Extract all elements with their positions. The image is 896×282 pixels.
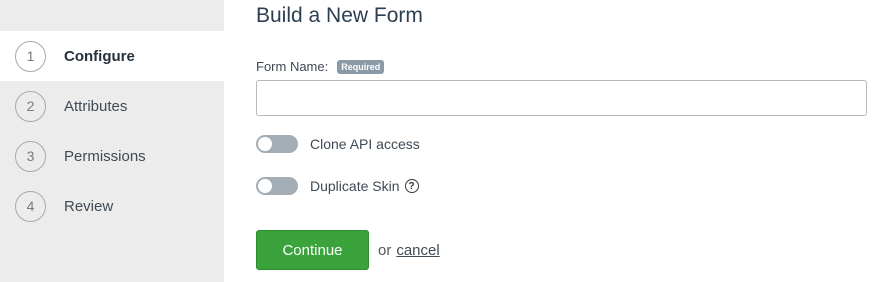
wizard-sidebar: 1 Configure 2 Attributes 3 Permissions 4… [0, 0, 224, 282]
required-badge: Required [337, 59, 385, 74]
clone-api-toggle[interactable] [256, 135, 298, 153]
step-label: Permissions [64, 147, 146, 165]
step-permissions[interactable]: 3 Permissions [0, 131, 224, 181]
duplicate-skin-label: Duplicate Skin [310, 178, 400, 194]
clone-api-label: Clone API access [310, 136, 420, 152]
clone-api-row: Clone API access [256, 135, 420, 153]
page-title: Build a New Form [256, 4, 423, 27]
form-actions: Continue or cancel [256, 230, 440, 270]
step-number-circle: 3 [15, 140, 46, 172]
help-icon[interactable]: ? [404, 179, 419, 193]
duplicate-skin-toggle[interactable] [256, 177, 298, 195]
toggle-knob [258, 137, 272, 151]
step-label: Review [64, 197, 114, 215]
cancel-link[interactable]: cancel [396, 242, 439, 259]
step-attributes[interactable]: 2 Attributes [0, 81, 224, 131]
step-review[interactable]: 4 Review [0, 181, 224, 231]
step-label: Attributes [64, 97, 128, 115]
or-text: or [378, 241, 392, 259]
form-name-input[interactable] [256, 80, 867, 116]
step-number-circle: 1 [15, 40, 46, 72]
form-name-label-row: Form Name: Required [256, 59, 385, 74]
step-configure[interactable]: 1 Configure [0, 31, 224, 81]
step-label: Configure [64, 47, 135, 65]
toggle-knob [258, 179, 272, 193]
step-number-circle: 2 [15, 90, 46, 122]
step-number-circle: 4 [15, 190, 46, 222]
duplicate-skin-row: Duplicate Skin ? [256, 177, 419, 195]
form-name-label: Form Name: [256, 59, 329, 74]
continue-button[interactable]: Continue [256, 230, 369, 270]
